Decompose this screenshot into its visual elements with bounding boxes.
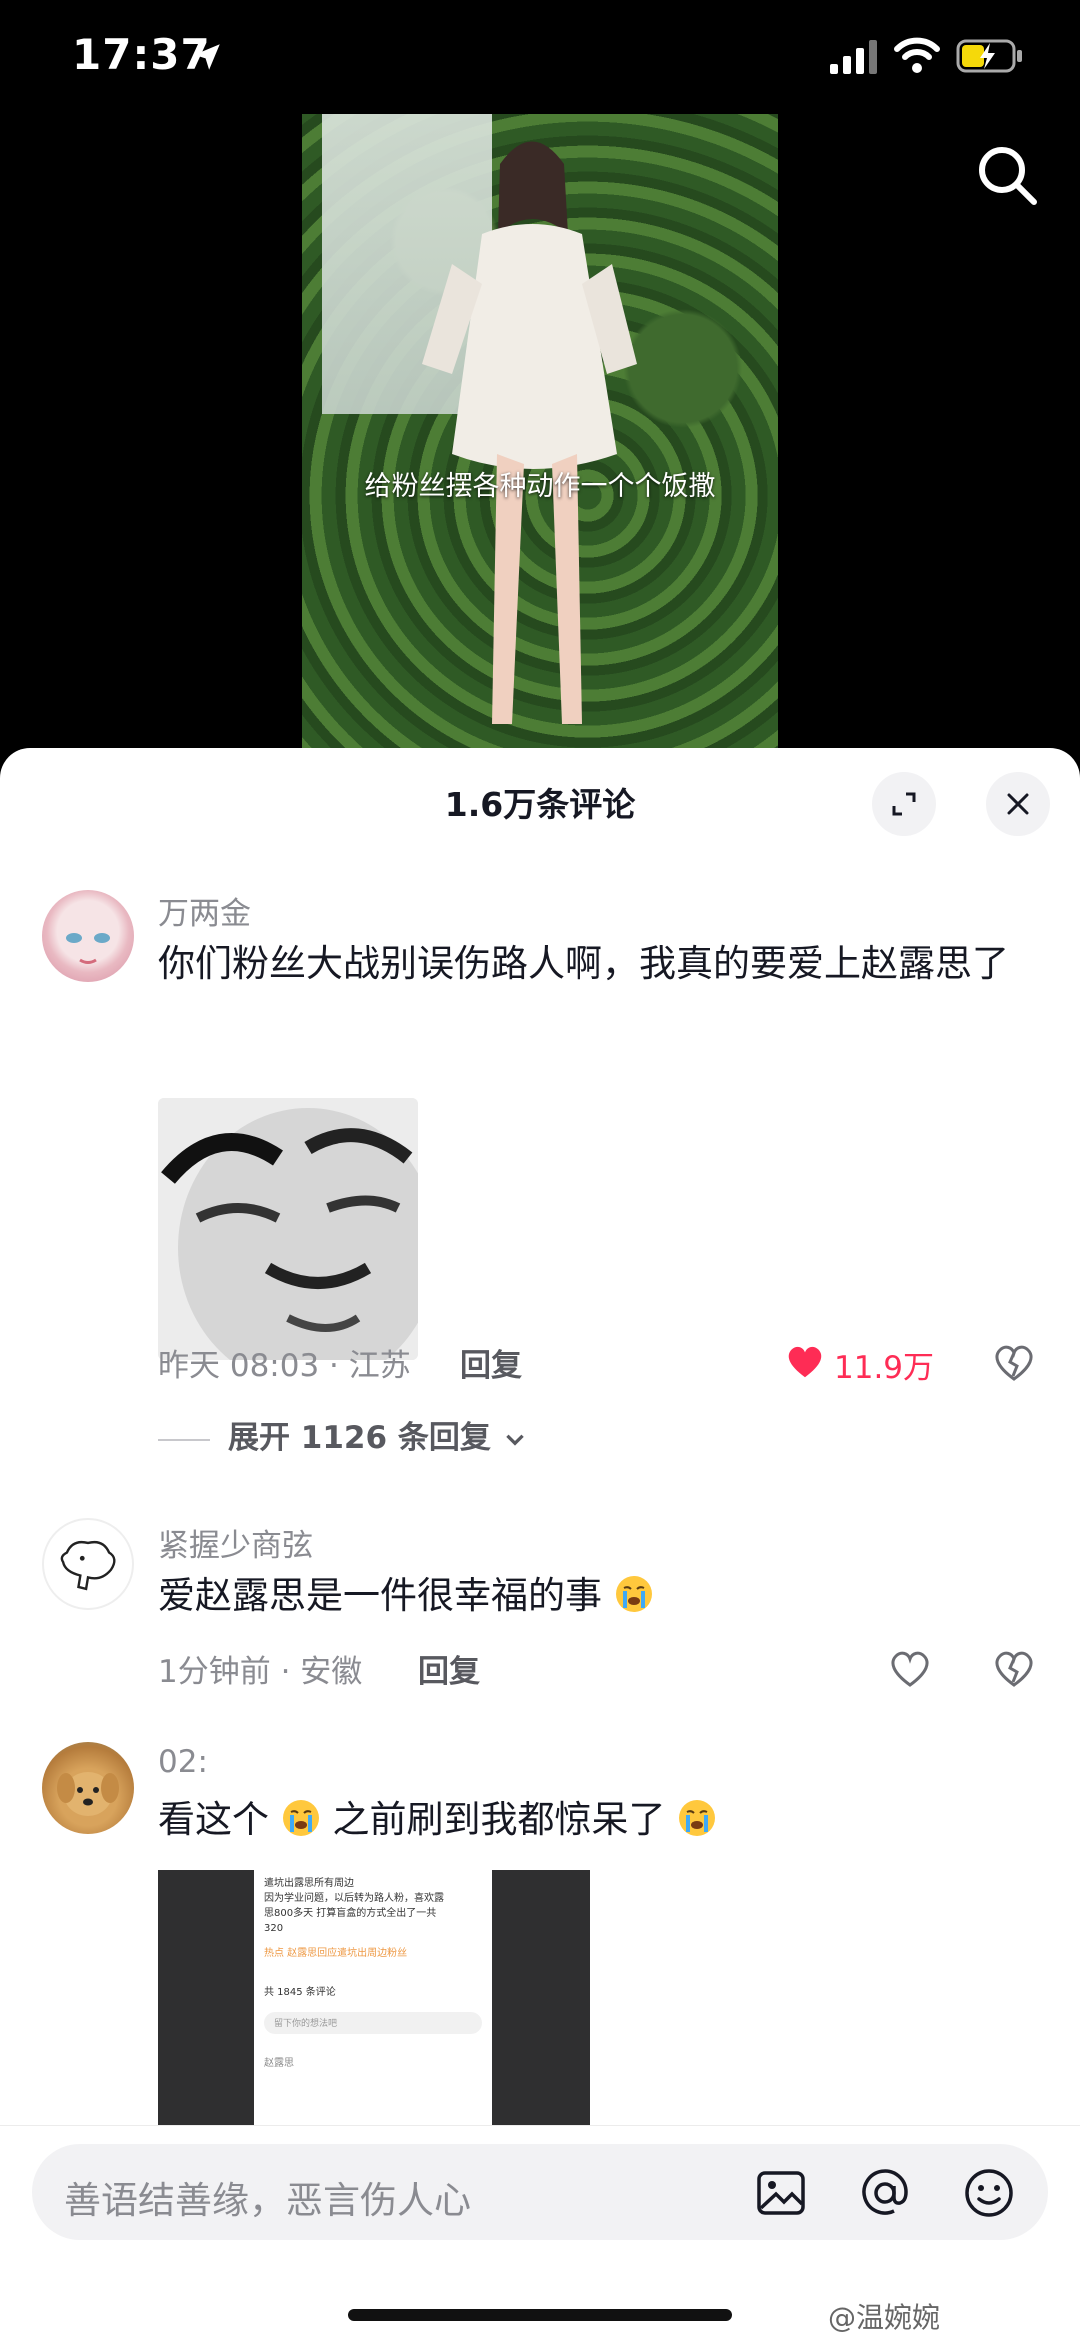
crying-emoji-icon [282, 1800, 319, 1836]
signal-icon [830, 40, 877, 74]
expand-replies-button[interactable]: 展开 1126 条回复 [158, 1412, 528, 1457]
comment-text-content: 爱赵露思是一件很幸福的事 [158, 1574, 602, 1617]
avatar[interactable] [42, 1742, 134, 1834]
like-count: 11.9万 [834, 1350, 935, 1386]
expand-icon [892, 792, 916, 816]
screenshot-line: 思800多天 打算盲盒的方式全出了一共 [264, 1908, 437, 1919]
screenshot-card: 遣坑出露思所有周边 因为学业问题，以后转为路人粉，喜欢露 思800多天 打算盲盒… [254, 1870, 492, 2136]
status-bar: 17:37 [0, 0, 1080, 110]
comment-username[interactable]: 紧握少商弦 [158, 1520, 313, 1565]
comment-text-part1: 看这个 [158, 1798, 269, 1841]
video-frame[interactable]: 给粉丝摆各种动作一个个饭撒 [302, 114, 778, 750]
dislike-icon[interactable] [992, 1646, 1036, 1690]
heart-filled-icon [788, 1346, 822, 1378]
avatar[interactable] [42, 1518, 134, 1610]
watermark: @温婉婉 [828, 2301, 941, 2334]
avatar[interactable] [42, 890, 134, 982]
video-figure-image [422, 141, 637, 724]
crying-emoji-icon [615, 1576, 652, 1612]
wifi-icon [894, 37, 940, 73]
mention-icon[interactable] [858, 2166, 912, 2220]
expand-button[interactable] [872, 772, 936, 836]
screenshot-input: 留下你的想法吧 [264, 2012, 482, 2034]
screenshot-line: 遣坑出露思所有周边 [264, 1878, 354, 1889]
comments-sheet: 1.6万条评论 万两金 你们粉丝大战别误伤路人啊，我真的要爱上赵露思了 昨天 0… [0, 748, 1080, 2338]
comment-item: 万两金 你们粉丝大战别误伤路人啊，我真的要爱上赵露思了 [0, 880, 1080, 1360]
screenshot-count: 共 1845 条评论 [264, 1987, 336, 1998]
avatar-face-image [66, 933, 110, 964]
screenshot-hot-topic: 热点 赵露思回应遣坑出周边粉丝 [264, 1948, 408, 1959]
reply-button[interactable]: 回复 [418, 1646, 480, 1691]
screenshot-line: 因为学业问题，以后转为路人粉，喜欢露 [264, 1893, 444, 1904]
dislike-icon[interactable] [992, 1340, 1036, 1384]
comment-username[interactable]: 万两金 [158, 888, 251, 933]
image-icon[interactable] [754, 2166, 808, 2220]
comment-username[interactable]: 02: [158, 1744, 208, 1780]
heart-outline-icon[interactable] [888, 1646, 932, 1690]
chevron-down-icon [505, 1434, 524, 1446]
comment-text: 爱赵露思是一件很幸福的事 [158, 1568, 1038, 1624]
home-indicator[interactable] [348, 2309, 732, 2321]
close-button[interactable] [986, 772, 1050, 836]
comment-meme-image[interactable] [158, 1098, 418, 1360]
comment-input-placeholder: 善语结善缘，恶言伤人心 [64, 2179, 471, 2222]
comment-time-location: 1分钟前 · 安徽 [158, 1654, 363, 1690]
screenshot-user: 赵露思 [264, 2058, 294, 2069]
avatar-elephant-image [60, 1540, 116, 1591]
comment-input-bar: 善语结善缘，恶言伤人心 @温婉婉 [0, 2125, 1080, 2338]
location-arrow-icon [194, 44, 220, 70]
comment-text: 看这个 之前刷到我都惊呆了 [158, 1792, 1038, 1848]
search-icon[interactable] [972, 140, 1042, 210]
close-icon [1007, 793, 1029, 815]
like-button[interactable]: 11.9万 [784, 1340, 964, 1386]
video-caption: 给粉丝摆各种动作一个个饭撒 [364, 471, 716, 502]
emoji-icon[interactable] [962, 2166, 1016, 2220]
comment-time-location: 昨天 08:03 · 江苏 [158, 1348, 411, 1384]
battery-charging-icon [956, 39, 1022, 73]
video-player[interactable]: 给粉丝摆各种动作一个个饭撒 [0, 110, 1080, 750]
divider-line [158, 1438, 210, 1441]
comment-screenshot-image[interactable]: 遣坑出露思所有周边 因为学业问题，以后转为路人粉，喜欢露 思800多天 打算盲盒… [158, 1870, 590, 2136]
screenshot-line: 320 [264, 1923, 284, 1934]
avatar-dog-image [57, 1772, 119, 1816]
expand-replies-label: 展开 1126 条回复 [228, 1420, 491, 1456]
comment-text-part2: 之前刷到我都惊呆了 [332, 1798, 666, 1841]
comment-input[interactable]: 善语结善缘，恶言伤人心 [32, 2144, 1048, 2240]
crying-emoji-icon [679, 1800, 716, 1836]
reply-button[interactable]: 回复 [460, 1340, 522, 1385]
comment-text: 你们粉丝大战别误伤路人啊，我真的要爱上赵露思了 [158, 942, 1009, 985]
